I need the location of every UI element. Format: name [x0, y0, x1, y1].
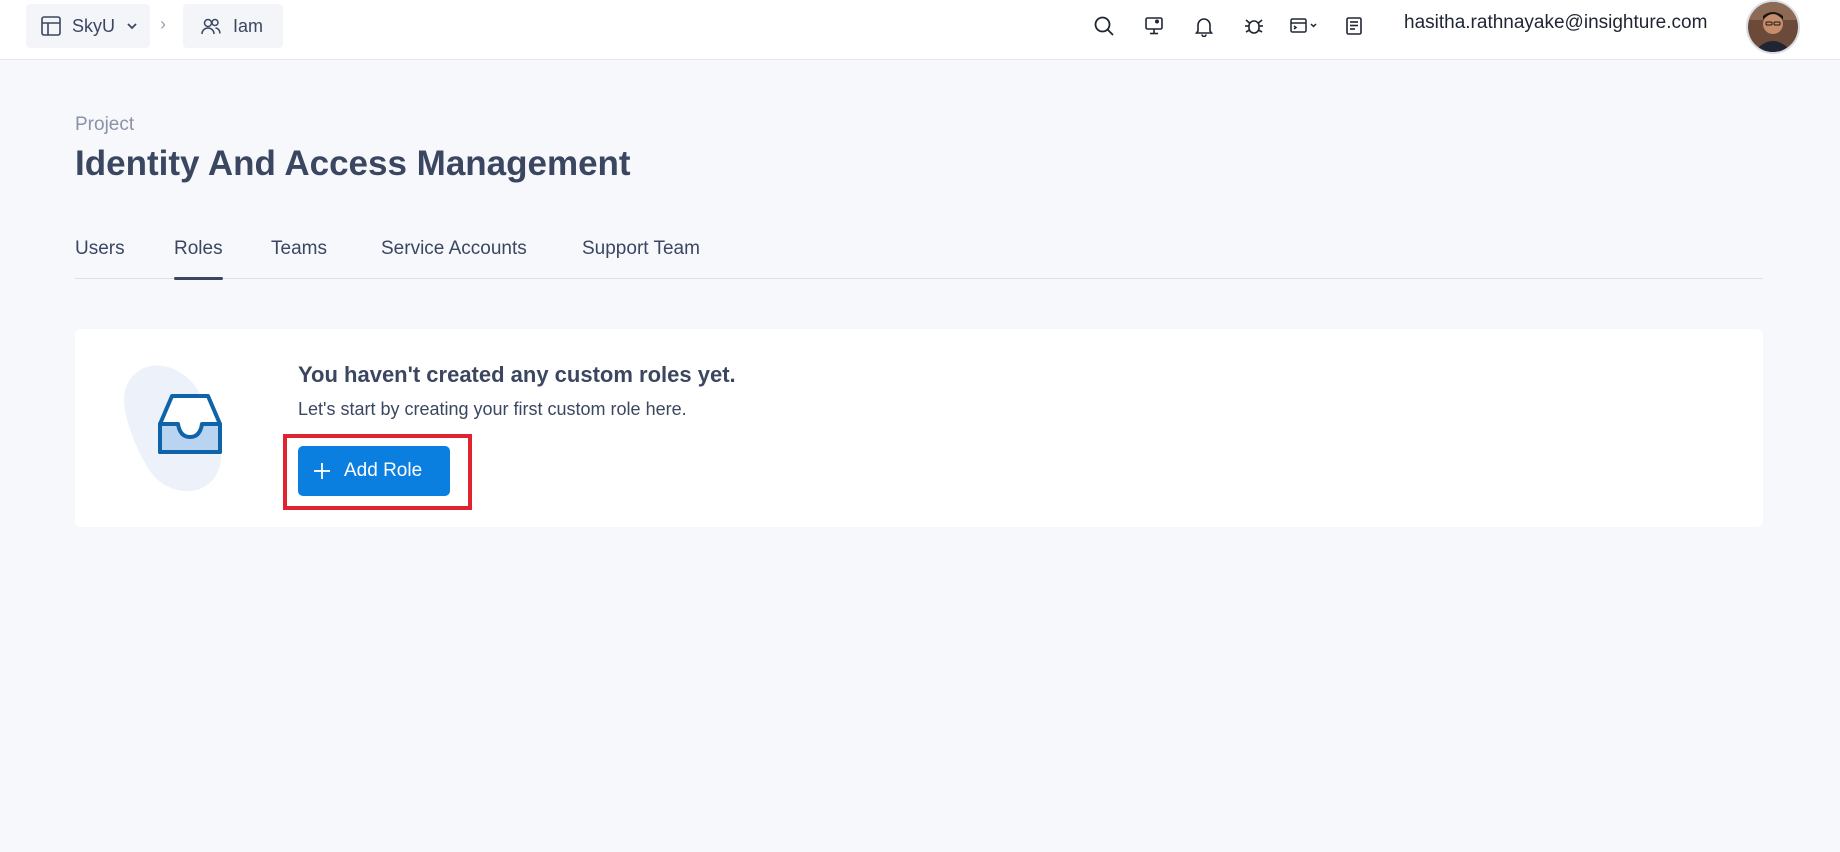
- page-kicker: Project: [75, 114, 135, 135]
- page-title: Identity And Access Management: [75, 144, 631, 183]
- monitor-icon[interactable]: [1140, 12, 1168, 40]
- breadcrumb-project-label: SkyU: [72, 15, 116, 36]
- user-email[interactable]: hasitha.rathnayake@insighture.com: [1404, 12, 1707, 34]
- avatar[interactable]: [1746, 0, 1800, 54]
- tab-bar: Users Roles Teams Service Accounts Suppo…: [75, 222, 1763, 280]
- empty-state-card: You haven't created any custom roles yet…: [75, 329, 1763, 527]
- empty-state-subtitle: Let's start by creating your first custo…: [298, 399, 687, 419]
- notes-icon[interactable]: [1340, 12, 1368, 40]
- tab-users[interactable]: Users: [75, 238, 125, 279]
- top-bar: SkyU › Iam hasitha.rathnayake@insighture…: [0, 0, 1840, 60]
- breadcrumb-separator: ›: [160, 14, 166, 34]
- terminal-icon[interactable]: [1288, 12, 1322, 40]
- plus-icon: [312, 461, 332, 481]
- bell-icon[interactable]: [1190, 12, 1218, 40]
- tab-teams[interactable]: Teams: [271, 238, 327, 279]
- user-avatar-icon: [1748, 2, 1798, 52]
- tab-roles[interactable]: Roles: [174, 238, 223, 280]
- breadcrumb-iam[interactable]: Iam: [183, 4, 283, 48]
- tab-service-accounts[interactable]: Service Accounts: [381, 238, 527, 279]
- empty-state-title: You haven't created any custom roles yet…: [298, 362, 736, 387]
- users-icon: [199, 14, 223, 38]
- breadcrumb-iam-label: Iam: [233, 15, 264, 36]
- inbox-icon: [120, 359, 260, 499]
- chevron-down-icon: [125, 19, 139, 33]
- add-role-label: Add Role: [344, 460, 423, 481]
- layout-grid-icon: [40, 14, 62, 38]
- breadcrumb-project-selector[interactable]: SkyU: [26, 4, 150, 48]
- search-icon[interactable]: [1090, 12, 1118, 40]
- bug-icon[interactable]: [1240, 12, 1268, 40]
- tab-support-team[interactable]: Support Team: [582, 238, 700, 279]
- add-role-button[interactable]: Add Role: [298, 446, 450, 496]
